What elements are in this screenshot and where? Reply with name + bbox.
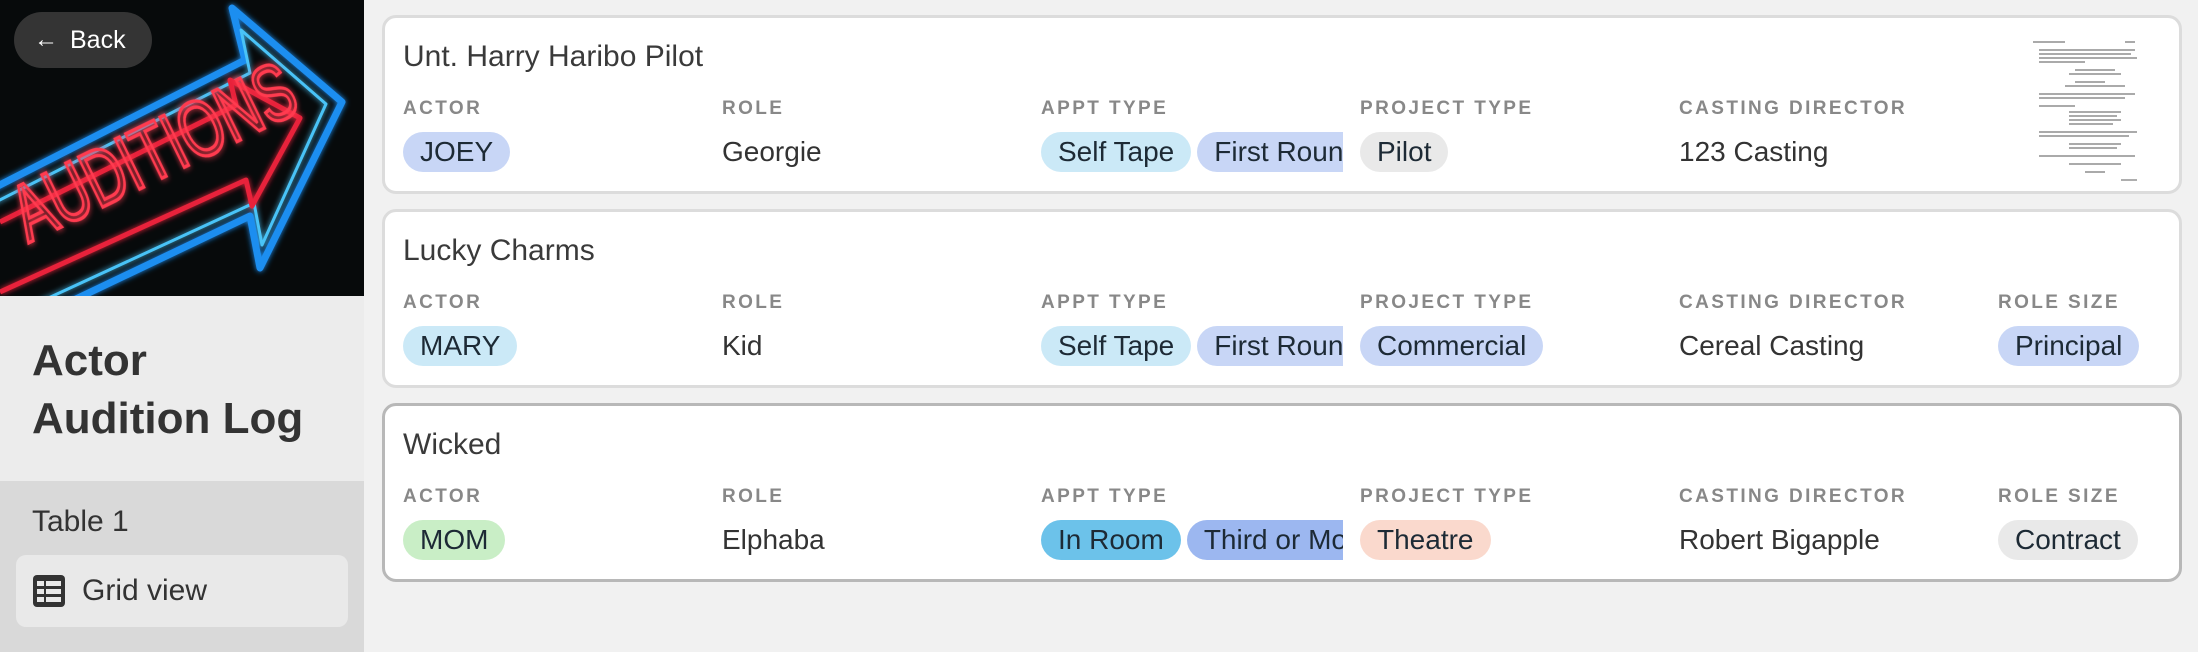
record-title: Lucky Charms [403,234,595,267]
appt-type-pill: Self Tape [1041,326,1192,366]
field-casting-director: Casting Director Robert Bigapple [1679,486,1979,560]
actor-pill: MARY [403,326,518,366]
field-role-size: Role Size Contract [1998,486,2179,560]
casting-director-value: 123 Casting [1679,136,1829,167]
field-label: Casting Director [1679,292,1908,313]
field-project-type: Project Type Theatre [1360,486,1660,560]
field-label: Actor [403,486,483,507]
record-card[interactable]: Lucky Charms Actor MARY Role Kid Appt Ty… [382,209,2182,388]
actor-pill: JOEY [403,132,511,172]
appt-type-pill: First Round [1197,326,1343,366]
appt-type-pill: First Round [1197,132,1343,172]
field-label: Role Size [1998,486,2120,507]
field-label: Actor [403,98,483,119]
back-button[interactable]: ← Back [14,12,152,68]
sidebar: AUDITIONS ← Back Actor Audition Log Tabl… [0,0,364,652]
field-label: Appt Type [1041,292,1169,313]
project-type-pill: Pilot [1360,132,1449,172]
field-role: Role Kid [722,292,1022,366]
svg-text:AUDITIONS: AUDITIONS [0,44,310,259]
field-appt-type: Appt Type Self TapeFirst Round [1041,292,1343,366]
field-role-size: Role Size Principal [1998,292,2179,366]
field-project-type: Project Type Pilot [1360,98,1660,172]
field-label: Project Type [1360,292,1534,313]
casting-director-value: Robert Bigapple [1679,524,1880,555]
actor-pill: MOM [403,520,506,560]
record-title: Wicked [403,428,502,461]
field-label: Project Type [1360,486,1534,507]
appt-type-pill: Self Tape [1041,132,1192,172]
field-label: Role [722,98,785,119]
record-card[interactable]: Wicked Actor MOM Role Elphaba Appt Type … [382,403,2182,582]
field-appt-type: Appt Type Self TapeFirst Round [1041,98,1343,172]
field-actor: Actor JOEY [403,98,703,172]
role-size-pill: Contract [1998,520,2138,560]
app-title-line2: Audition Log [32,394,304,443]
table-section: Table 1 Grid view [0,481,364,652]
record-title: Unt. Harry Haribo Pilot [403,40,704,73]
role-value: Kid [722,330,763,361]
field-label: Casting Director [1679,486,1908,507]
field-label: Appt Type [1041,98,1169,119]
field-label: Role [722,292,785,313]
field-actor: Actor MARY [403,292,703,366]
back-label: Back [70,25,126,54]
view-label: Grid view [82,574,208,607]
field-label: Role [722,486,785,507]
field-appt-type: Appt Type In RoomThird or More [1041,486,1343,560]
field-role: Role Elphaba [722,486,1022,560]
arrow-left-icon: ← [34,26,58,53]
casting-director-value: Cereal Casting [1679,330,1865,361]
record-card[interactable]: Unt. Harry Haribo Pilot Actor JOEY Role … [382,15,2182,194]
cover-image: AUDITIONS ← Back [0,0,364,296]
field-label: Actor [403,292,483,313]
field-label: Role Size [1998,292,2120,313]
records-list: Unt. Harry Haribo Pilot Actor JOEY Role … [364,0,2198,652]
field-role: Role Georgie [722,98,1022,172]
field-project-type: Project Type Commercial [1360,292,1660,366]
grid-view-item[interactable]: Grid view [16,555,348,627]
field-label: Project Type [1360,98,1534,119]
field-casting-director: Casting Director Cereal Casting [1679,292,1979,366]
app-title: Actor Audition Log [0,296,364,481]
field-actor: Actor MOM [403,486,703,560]
project-type-pill: Theatre [1360,520,1491,560]
role-value: Georgie [722,136,822,167]
table-name[interactable]: Table 1 [16,493,348,551]
field-label: Casting Director [1679,98,1908,119]
script-attachment-thumbnail[interactable] [2025,24,2161,191]
role-value: Elphaba [722,524,825,555]
grid-view-icon [33,575,65,607]
field-casting-director: Casting Director 123 Casting [1679,98,1979,172]
app-title-line1: Actor [32,336,147,385]
appt-type-pill: Third or More [1186,520,1343,560]
app-window: AUDITIONS ← Back Actor Audition Log Tabl… [0,0,2198,652]
field-label: Appt Type [1041,486,1169,507]
role-size-pill: Principal [1998,326,2140,366]
appt-type-pill: In Room [1041,520,1181,560]
project-type-pill: Commercial [1360,326,1544,366]
